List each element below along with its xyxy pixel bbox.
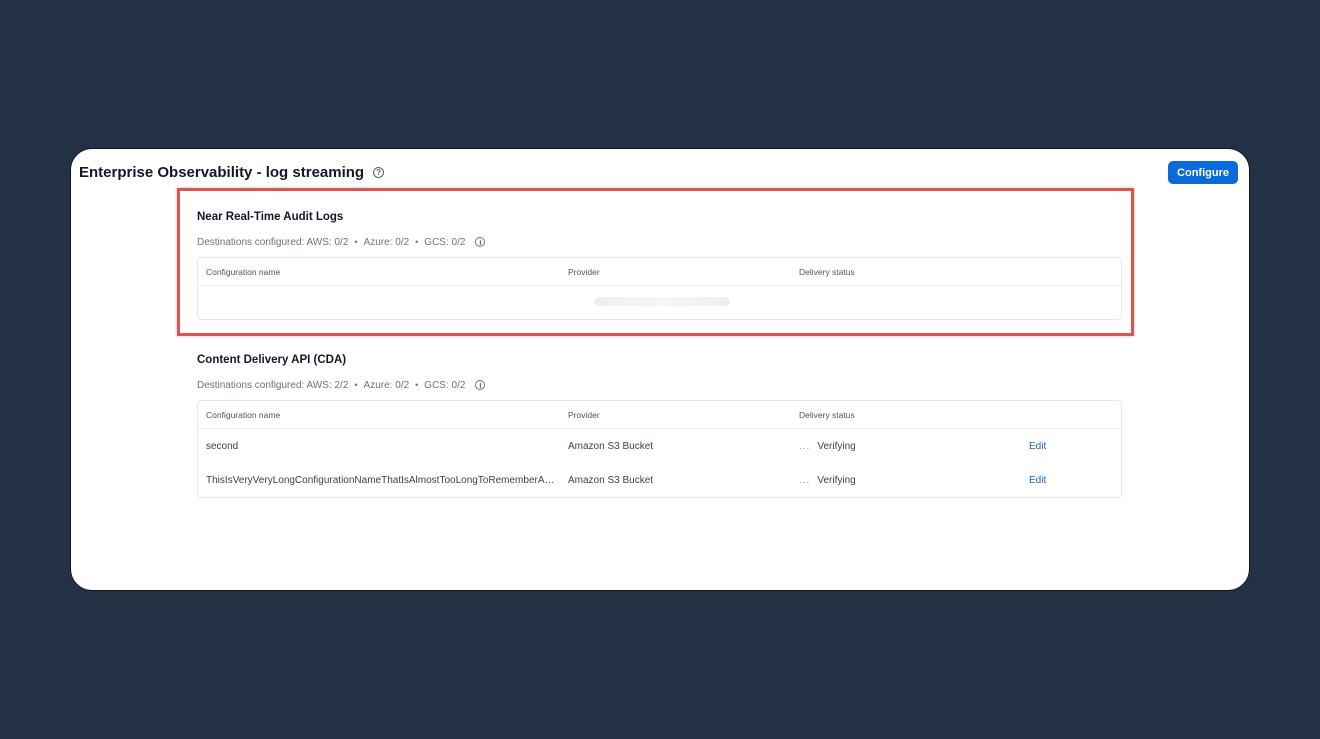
configuration-name: ThisIsVeryVeryLongConfigurationNameThatI…	[206, 474, 568, 486]
loading-row	[198, 286, 1121, 319]
delivery-status-text: Verifying	[817, 440, 856, 452]
destinations-summary: Destinations configured: AWS: 0/2 • Azur…	[197, 235, 1122, 249]
pending-ellipsis-icon: ...	[799, 474, 811, 486]
question-circle-icon[interactable]: ?	[373, 167, 385, 178]
action-cell: Edit	[1029, 441, 1121, 452]
loading-skeleton	[594, 297, 730, 306]
table-header: Configuration name Provider Delivery sta…	[198, 258, 1121, 286]
section-title: Content Delivery API (CDA)	[197, 354, 347, 366]
column-delivery-status: Delivery status	[799, 266, 855, 277]
pending-ellipsis-icon: ...	[799, 440, 811, 452]
edit-link[interactable]: Edit	[1029, 475, 1046, 486]
table-row: ThisIsVeryVeryLongConfigurationNameThatI…	[198, 463, 1121, 497]
destinations-aws: Destinations configured: AWS: 0/2	[197, 236, 349, 248]
column-delivery-status: Delivery status	[799, 409, 855, 420]
destinations-gcs: GCS: 0/2	[424, 236, 466, 248]
destinations-summary: Destinations configured: AWS: 2/2 • Azur…	[197, 378, 1122, 392]
audit-logs-table: Configuration name Provider Delivery sta…	[197, 257, 1122, 320]
separator: •	[415, 380, 419, 390]
action-cell: Edit	[1029, 475, 1121, 486]
page-title-text: Enterprise Observability - log streaming	[79, 164, 365, 181]
separator: •	[354, 237, 358, 247]
section-title: Near Real-Time Audit Logs	[197, 211, 344, 223]
destinations-azure: Azure: 0/2	[363, 379, 410, 391]
table-header: Configuration name Provider Delivery sta…	[198, 401, 1121, 429]
cda-table: Configuration name Provider Delivery sta…	[197, 400, 1122, 498]
cda-section: Content Delivery API (CDA) Destinations …	[197, 352, 1122, 498]
delivery-status: ... Verifying	[799, 441, 1029, 452]
separator: •	[415, 237, 419, 247]
provider: Amazon S3 Bucket	[568, 440, 654, 452]
destinations-gcs: GCS: 0/2	[424, 379, 466, 391]
column-configuration-name: Configuration name	[206, 409, 281, 420]
column-provider: Provider	[568, 409, 600, 420]
configure-button[interactable]: Configure	[1168, 161, 1238, 184]
column-configuration-name: Configuration name	[206, 266, 281, 277]
separator: •	[354, 380, 358, 390]
provider: Amazon S3 Bucket	[568, 474, 654, 486]
delivery-status: ... Verifying	[799, 475, 1029, 486]
page-title: Enterprise Observability - log streaming…	[79, 164, 385, 181]
column-provider: Provider	[568, 266, 600, 277]
audit-logs-section: Near Real-Time Audit Logs Destinations c…	[197, 209, 1122, 320]
edit-link[interactable]: Edit	[1029, 441, 1046, 452]
info-icon[interactable]: i	[475, 380, 486, 390]
log-streaming-card: Enterprise Observability - log streaming…	[70, 148, 1250, 591]
destinations-azure: Azure: 0/2	[363, 236, 410, 248]
info-icon[interactable]: i	[475, 237, 486, 247]
destinations-aws: Destinations configured: AWS: 2/2	[197, 379, 349, 391]
delivery-status-text: Verifying	[817, 474, 856, 486]
configuration-name: second	[206, 440, 239, 452]
table-row: second Amazon S3 Bucket ... Verifying Ed…	[198, 429, 1121, 463]
